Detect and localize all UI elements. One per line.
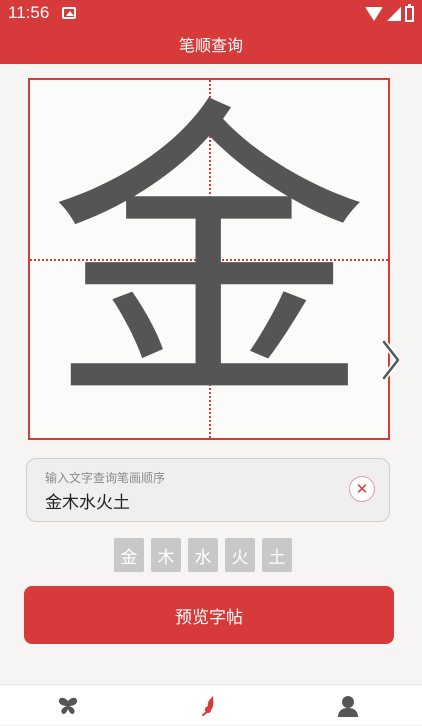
- character-grid[interactable]: 金: [28, 78, 390, 440]
- butterfly-icon: [58, 697, 78, 715]
- character-glyph: 金: [49, 73, 369, 445]
- character-chips: 金 木 水 火 土: [114, 538, 292, 572]
- nav-item-home[interactable]: [33, 685, 103, 726]
- character-chip[interactable]: 木: [151, 538, 181, 572]
- clear-icon[interactable]: ✕: [349, 476, 375, 502]
- character-chip[interactable]: 土: [262, 538, 292, 572]
- signal-icon: [387, 7, 401, 21]
- nav-item-profile[interactable]: [313, 685, 383, 726]
- search-input-value[interactable]: 金木水火土: [45, 488, 130, 513]
- character-chip[interactable]: 金: [114, 538, 144, 572]
- chevron-right-icon[interactable]: [378, 338, 404, 382]
- status-time: 11:56: [8, 3, 50, 22]
- status-bar: 11:56: [0, 0, 422, 28]
- preview-copybook-button[interactable]: 预览字帖: [24, 586, 394, 644]
- brush-icon: [202, 696, 214, 716]
- image-notification-icon: [62, 7, 76, 19]
- character-chip[interactable]: 水: [188, 538, 218, 572]
- nav-item-stroke[interactable]: [175, 685, 245, 726]
- person-icon: [338, 696, 358, 717]
- system-icons: [365, 4, 414, 24]
- search-field[interactable]: 输入文字查询笔画顺序 金木水火土 ✕: [26, 458, 390, 522]
- wifi-icon: [365, 7, 383, 21]
- battery-icon: [405, 4, 414, 22]
- page-title: 笔顺查询: [0, 28, 422, 64]
- bottom-navigation: [0, 684, 422, 725]
- character-chip[interactable]: 火: [225, 538, 255, 572]
- search-hint: 输入文字查询笔画顺序: [45, 471, 166, 485]
